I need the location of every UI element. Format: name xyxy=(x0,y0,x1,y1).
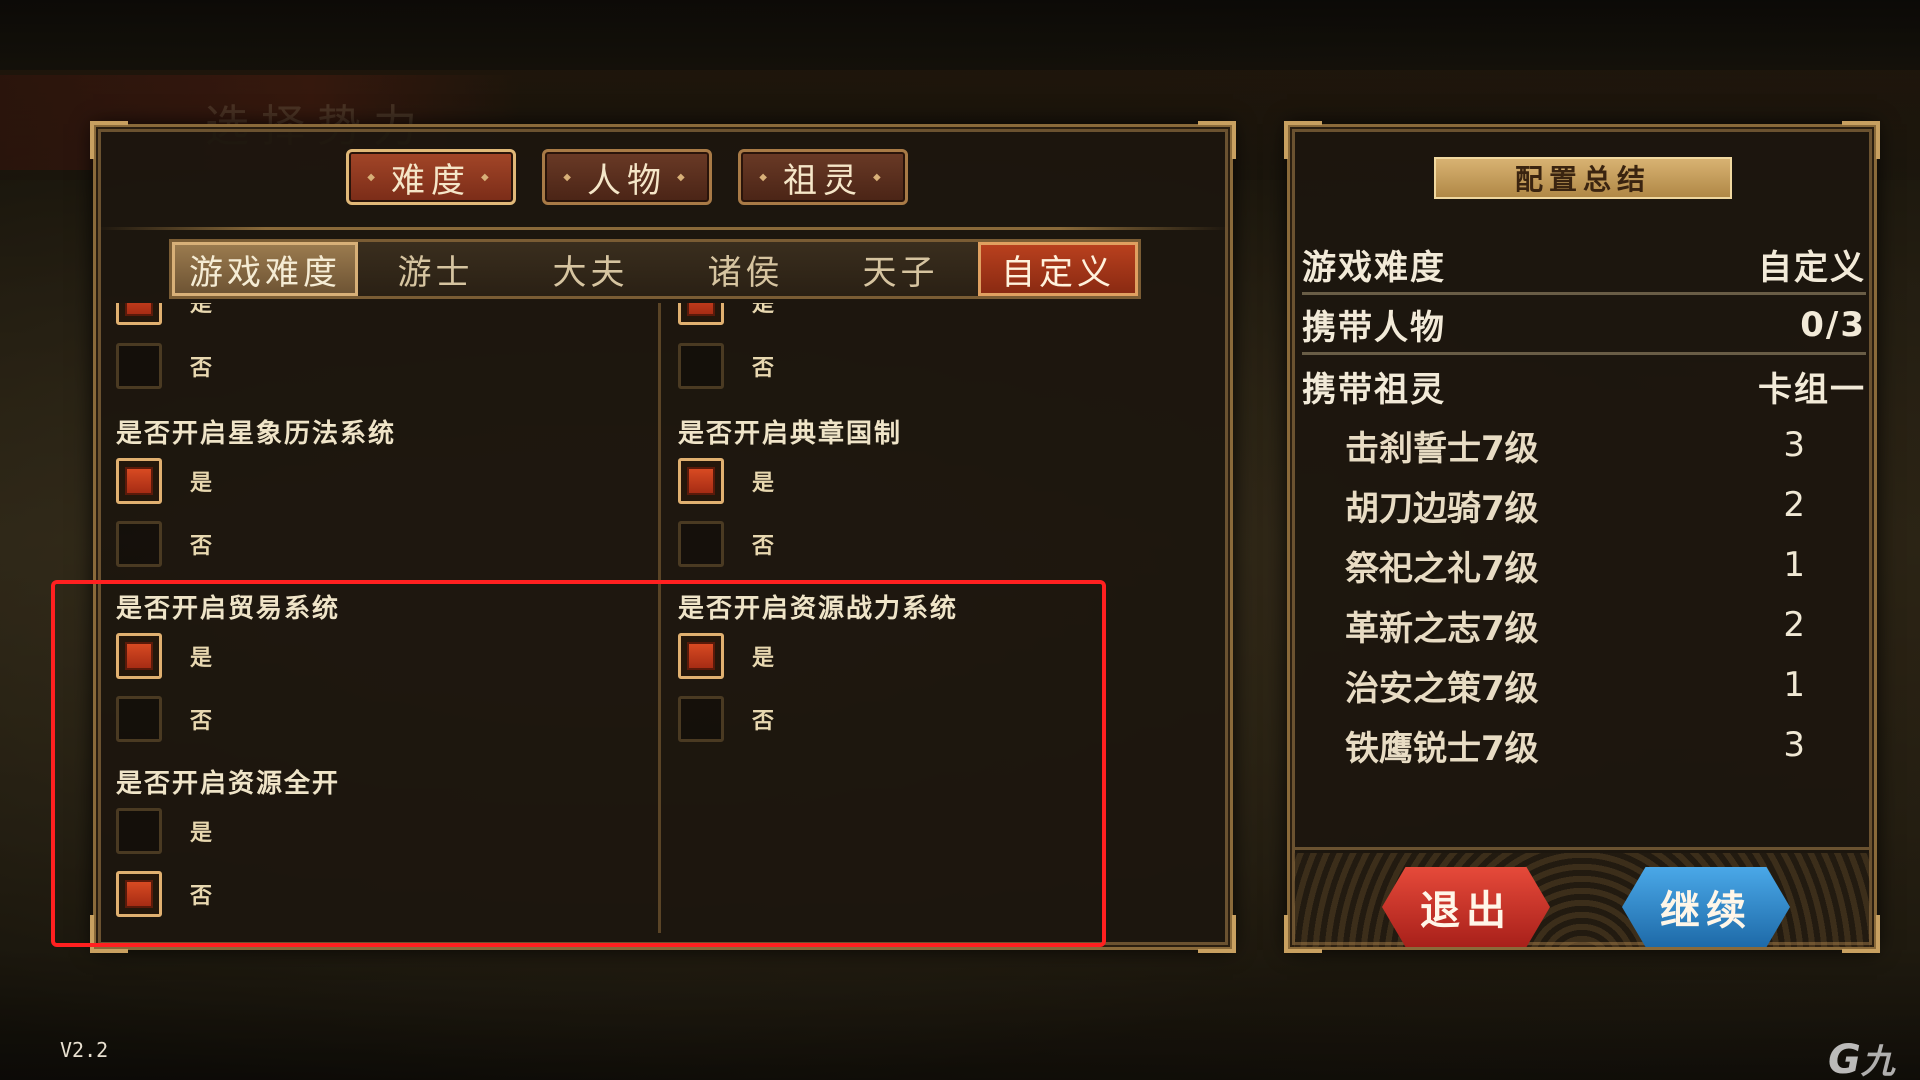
tab-custom[interactable]: 自定义 xyxy=(978,242,1138,296)
frame-corner xyxy=(1284,121,1322,159)
summary-value: 自定义 xyxy=(1758,248,1866,288)
card-item: 革新之志7级 2 xyxy=(1345,597,1805,653)
summary-key: 携带祖灵 xyxy=(1302,369,1446,410)
summary-title: 配置总结 xyxy=(1434,157,1732,199)
checkbox-no[interactable] xyxy=(116,343,162,389)
option-label: 否 xyxy=(752,534,775,559)
frame-corner xyxy=(1842,121,1880,159)
divider xyxy=(96,227,1230,230)
card-count: 2 xyxy=(1783,485,1805,525)
summary-key: 游戏难度 xyxy=(1302,248,1446,288)
summary-key: 携带人物 xyxy=(1302,308,1446,348)
card-name: 革新之志7级 xyxy=(1345,608,1539,649)
difficulty-tabs: 游戏难度 游士 大夫 诸侯 天子 自定义 xyxy=(169,239,1141,299)
tab-game-difficulty[interactable]: 游戏难度 xyxy=(172,242,358,296)
card-item: 击刹誓士7级 3 xyxy=(1345,417,1805,473)
option-yes-row[interactable]: 是 xyxy=(678,303,774,325)
card-count: 3 xyxy=(1783,425,1805,465)
card-name: 祭祀之礼7级 xyxy=(1345,548,1539,589)
option-yes-row[interactable]: 是 xyxy=(116,303,212,325)
highlight-annotation-box xyxy=(51,580,1106,947)
checkbox-yes[interactable] xyxy=(678,458,724,504)
category-tabs: 难度 人物 祖灵 xyxy=(346,149,908,205)
option-no-row[interactable]: 否 xyxy=(678,521,774,567)
summary-value: 卡组一 xyxy=(1758,369,1866,410)
frame-corner xyxy=(1198,121,1236,159)
summary-panel: 配置总结 游戏难度 自定义 携带人物 0/3 携带祖灵 卡组一 击刹誓士7级 3… xyxy=(1284,121,1880,953)
card-name: 治安之策7级 xyxy=(1345,668,1539,709)
tab-dafu[interactable]: 大夫 xyxy=(513,242,668,296)
tab-difficulty[interactable]: 难度 xyxy=(346,149,516,205)
option-label: 否 xyxy=(190,356,213,381)
checkbox-no[interactable] xyxy=(678,343,724,389)
continue-button[interactable]: 继续 xyxy=(1622,867,1790,947)
logo-icon: G xyxy=(1828,1037,1861,1080)
tab-ancestors[interactable]: 祖灵 xyxy=(738,149,908,205)
summary-row-characters: 携带人物 0/3 xyxy=(1302,297,1866,355)
card-name: 铁鹰锐士7级 xyxy=(1345,728,1539,769)
tab-youshi[interactable]: 游士 xyxy=(358,242,513,296)
frame-corner xyxy=(90,121,128,159)
card-item: 胡刀边骑7级 2 xyxy=(1345,477,1805,533)
option-no-row[interactable]: 否 xyxy=(678,343,774,389)
tab-zhuhou[interactable]: 诸侯 xyxy=(668,242,823,296)
card-item: 治安之策7级 1 xyxy=(1345,657,1805,713)
option-title-astronomy: 是否开启星象历法系统 xyxy=(116,419,397,449)
summary-row-difficulty: 游戏难度 自定义 xyxy=(1302,237,1866,295)
option-no-row[interactable]: 否 xyxy=(116,343,212,389)
option-label: 是 xyxy=(190,471,213,496)
tab-characters[interactable]: 人物 xyxy=(542,149,712,205)
checkbox-yes[interactable] xyxy=(116,458,162,504)
watermark-logo: G九游 xyxy=(1828,1034,1920,1080)
option-label: 否 xyxy=(190,534,213,559)
checkbox-yes[interactable] xyxy=(116,303,162,325)
tab-tianzi[interactable]: 天子 xyxy=(823,242,978,296)
option-label: 否 xyxy=(752,356,775,381)
checkbox-no[interactable] xyxy=(116,521,162,567)
option-yes-row[interactable]: 是 xyxy=(116,458,212,504)
summary-value: 0/3 xyxy=(1800,304,1866,345)
version-label: V2.2 xyxy=(60,1038,109,1062)
checkbox-no[interactable] xyxy=(678,521,724,567)
card-count: 1 xyxy=(1783,665,1805,705)
card-name: 击刹誓士7级 xyxy=(1345,428,1539,469)
option-yes-row[interactable]: 是 xyxy=(678,458,774,504)
summary-row-ancestors: 携带祖灵 卡组一 xyxy=(1302,357,1866,415)
card-item: 铁鹰锐士7级 3 xyxy=(1345,717,1805,773)
option-label: 是 xyxy=(752,303,775,317)
card-name: 胡刀边骑7级 xyxy=(1345,488,1539,529)
card-item: 祭祀之礼7级 1 xyxy=(1345,537,1805,593)
option-label: 是 xyxy=(190,303,213,317)
option-title-institutions: 是否开启典章国制 xyxy=(678,419,903,449)
card-count: 1 xyxy=(1783,545,1805,585)
option-no-row[interactable]: 否 xyxy=(116,521,212,567)
card-count: 2 xyxy=(1783,605,1805,645)
card-count: 3 xyxy=(1783,725,1805,765)
exit-button[interactable]: 退出 xyxy=(1382,867,1550,947)
checkbox-yes[interactable] xyxy=(678,303,724,325)
divider xyxy=(1294,847,1870,850)
option-label: 是 xyxy=(752,471,775,496)
